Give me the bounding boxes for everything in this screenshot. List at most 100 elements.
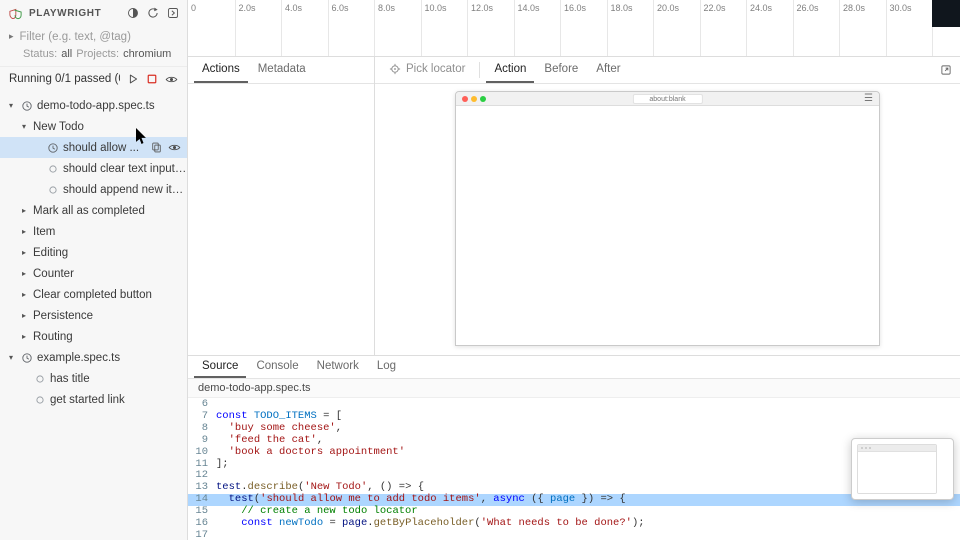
chevron-right-icon[interactable]: ▸	[19, 206, 29, 215]
timeline-tick: 2.0s	[234, 0, 282, 56]
tab-label: Log	[376, 360, 397, 372]
tree-item-clear-completed-button[interactable]: ▸ Clear completed button	[0, 284, 187, 305]
popout-window-icon[interactable]	[938, 57, 954, 83]
tab-divider	[479, 62, 481, 78]
bottom-tabbar: Source Console Network Log	[188, 356, 960, 379]
tree-item-counter[interactable]: ▸ Counter	[0, 263, 187, 284]
tree-item-item[interactable]: ▸ Item	[0, 221, 187, 242]
circle-icon	[33, 374, 46, 384]
close-light-icon	[462, 95, 468, 102]
tree-item-should-allow[interactable]: should allow ...	[0, 137, 187, 158]
timeline-tick: 22.0s	[699, 0, 747, 56]
line-number: 10	[195, 445, 208, 458]
mini-dot-icon	[861, 447, 863, 449]
circle-icon	[46, 164, 59, 174]
tree-item-editing[interactable]: ▸ Editing	[0, 242, 187, 263]
tree-item-label: New Todo	[33, 120, 84, 133]
sidebar-header: PLAYWRIGHT	[0, 0, 187, 26]
tab-metadata[interactable]: Metadata	[250, 57, 314, 83]
status-label: Status:	[23, 48, 58, 60]
snapshot-area: about:blank ☰	[375, 84, 960, 355]
chevron-down-icon[interactable]: ▾	[6, 101, 16, 110]
chevron-right-icon[interactable]: ▸	[19, 290, 29, 299]
tab-label: Before	[544, 63, 579, 75]
chevron-right-icon[interactable]: ▸	[19, 311, 29, 320]
code-line-16: 16 const newTodo = page.getByPlaceholder…	[188, 517, 960, 530]
reload-icon[interactable]	[147, 7, 159, 19]
code-editor[interactable]: 6 7 const TODO_ITEMS = [8 'buy some cheese…	[188, 398, 960, 540]
main-area: 0 2.0s 4.0s 6.0s 8.0s 10.0s 12.0s 14.0s 16.0s 18.…	[188, 0, 960, 540]
status-value[interactable]: all	[61, 48, 72, 60]
chevron-right-icon[interactable]: ▸	[19, 227, 29, 236]
run-status-text: Running 0/1 passed (0%)	[9, 73, 120, 85]
code-line-11: 11];	[188, 458, 960, 471]
tree-item-should-append-new-items[interactable]: should append new items...	[0, 179, 187, 200]
mini-dot-icon	[865, 447, 867, 449]
tab-console[interactable]: Console	[248, 356, 306, 378]
tab-action[interactable]: Action	[486, 57, 535, 83]
circle-icon	[46, 185, 59, 195]
chevron-right-icon[interactable]: ▸	[19, 248, 29, 257]
mini-browser-titlebar	[858, 445, 936, 452]
line-number: 8	[201, 421, 208, 434]
tab-label: Source	[202, 360, 239, 372]
tree-item-has-title[interactable]: has title	[0, 368, 187, 389]
tick-label: 26.0s	[796, 3, 819, 13]
run-all-play-icon[interactable]	[127, 73, 139, 85]
filter-chevron-icon[interactable]: ▸	[9, 31, 14, 42]
code-line-10: 10 'book a doctors appointment'	[188, 445, 960, 459]
circle-icon	[33, 395, 46, 405]
tab-label: After	[596, 63, 621, 75]
chevron-down-icon[interactable]: ▾	[19, 122, 29, 131]
tab-label: Actions	[202, 63, 240, 75]
tree-item-label: get started link	[50, 393, 125, 406]
tree-item-label: should append new items...	[63, 183, 187, 196]
timeline[interactable]: 0 2.0s 4.0s 6.0s 8.0s 10.0s 12.0s 14.0s 16.0s 18.…	[188, 0, 960, 57]
tree-item-label: should allow ...	[63, 141, 140, 154]
filter-input[interactable]	[19, 30, 178, 43]
chevron-right-icon[interactable]: ▸	[19, 269, 29, 278]
sidebar-header-actions	[127, 7, 179, 19]
tree-item-persistence[interactable]: ▸ Persistence	[0, 305, 187, 326]
tab-network[interactable]: Network	[309, 356, 367, 378]
stop-icon[interactable]	[146, 73, 158, 85]
snapshot-preview-popup[interactable]	[851, 438, 954, 500]
tab-pick-locator[interactable]: Pick locator	[381, 57, 473, 83]
tab-before[interactable]: Before	[536, 57, 586, 83]
tab-source[interactable]: Source	[194, 356, 247, 378]
run-status-row: Running 0/1 passed (0%)	[0, 66, 187, 91]
chevron-right-icon[interactable]: ▸	[19, 332, 29, 341]
timeline-tick: 12.0s	[467, 0, 514, 56]
projects-value[interactable]: chromium	[123, 48, 171, 60]
chevron-down-icon[interactable]: ▾	[6, 353, 16, 362]
tree-item-routing[interactable]: ▸ Routing	[0, 326, 187, 347]
timeline-tick: 8.0s	[374, 0, 421, 56]
tree-item-example-spec-ts[interactable]: ▾ example.spec.ts	[0, 347, 187, 368]
actions-tabbar: Actions Metadata	[188, 57, 374, 84]
tab-label: Action	[494, 63, 527, 75]
timeline-ruler: 0 2.0s 4.0s 6.0s 8.0s 10.0s 12.0s 14.0s 16.0s 18.…	[188, 0, 960, 56]
tree-item-get-started-link[interactable]: get started link	[0, 389, 187, 410]
code-text: const newTodo = page.getByPlaceholder('W…	[241, 517, 645, 530]
eye-icon[interactable]	[168, 141, 181, 154]
tree-item-label: Counter	[33, 267, 74, 280]
open-external-icon[interactable]	[167, 7, 179, 19]
actions-list-empty	[188, 84, 374, 355]
browser-page-blank	[456, 106, 879, 345]
tree-item-new-todo[interactable]: ▾ New Todo	[0, 116, 187, 137]
tab-log[interactable]: Log	[369, 356, 404, 378]
tree-item-should-clear-text-input-fiel[interactable]: should clear text input fiel...	[0, 158, 187, 179]
browser-menu-icon: ☰	[864, 92, 873, 104]
tab-label: Pick locator	[406, 63, 466, 75]
timeline-tick: 18.0s	[606, 0, 654, 56]
tree-item-mark-all-as-completed[interactable]: ▸ Mark all as completed	[0, 200, 187, 221]
copy-icon[interactable]	[151, 142, 162, 153]
tree-item-label: has title	[50, 372, 90, 385]
tick-label: 18.0s	[610, 3, 633, 13]
color-scheme-toggle-icon[interactable]	[127, 7, 139, 19]
tab-actions[interactable]: Actions	[194, 57, 248, 83]
tree-item-demo-todo-app-spec-ts[interactable]: ▾ demo-todo-app.spec.ts	[0, 95, 187, 116]
watch-all-eye-icon[interactable]	[165, 73, 178, 86]
tab-after[interactable]: After	[588, 57, 628, 83]
code-text: 'book a doctors appointment'	[228, 445, 406, 458]
